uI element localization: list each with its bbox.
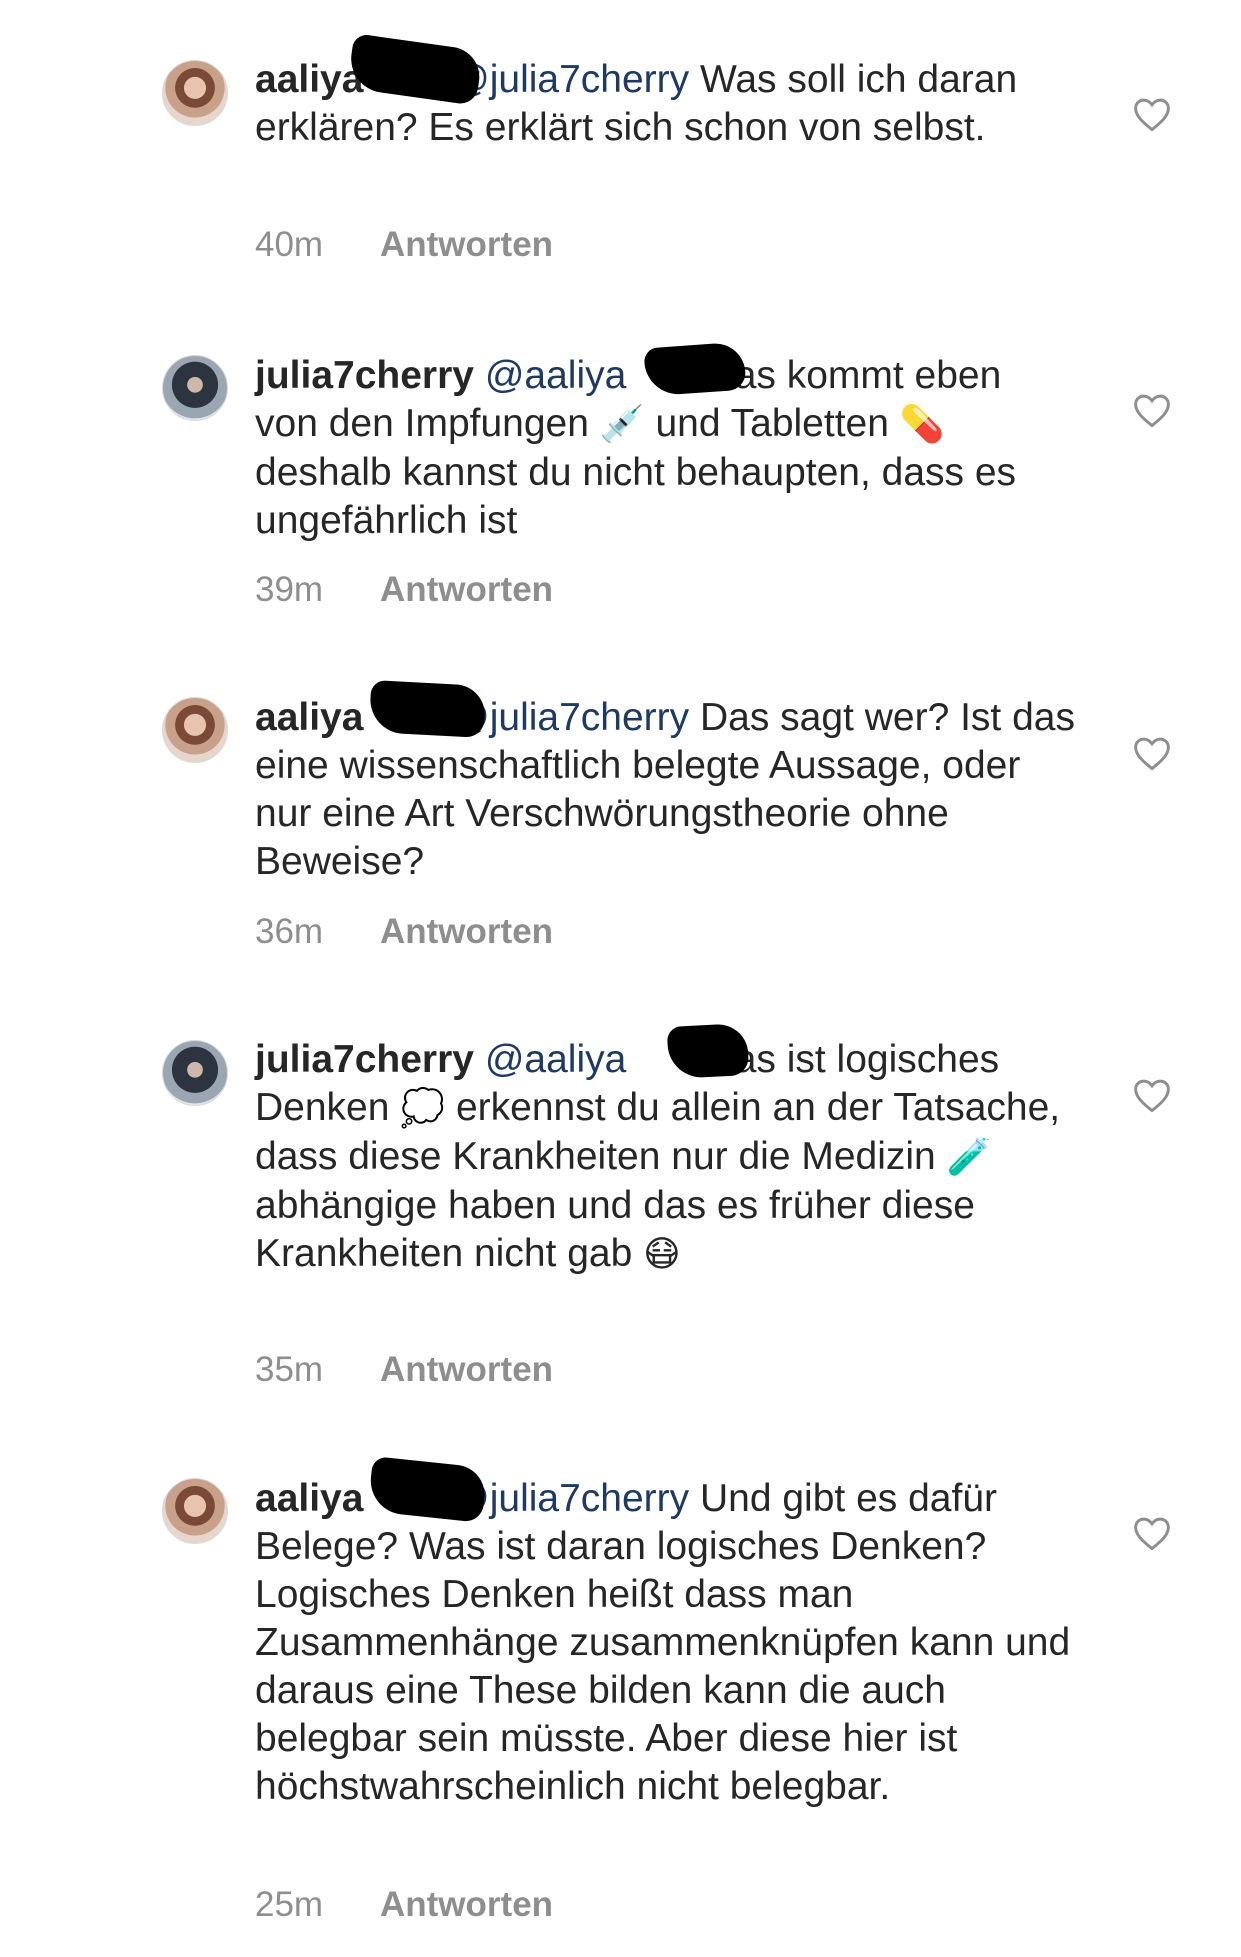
comment-time: 40m bbox=[255, 225, 324, 264]
mention-link[interactable]: @aaliya bbox=[485, 1038, 627, 1081]
reply-button[interactable]: Antworten bbox=[380, 1350, 553, 1389]
avatar[interactable] bbox=[162, 355, 228, 421]
avatar[interactable] bbox=[162, 697, 228, 763]
avatar[interactable] bbox=[162, 1478, 228, 1544]
comment-time: 39m bbox=[255, 570, 324, 609]
comment-body: deshalb kannst du nicht behaupten, dass … bbox=[255, 451, 1017, 542]
pill-emoji: 💊 bbox=[899, 404, 945, 445]
syringe-emoji: 💉 bbox=[599, 404, 645, 445]
heart-icon[interactable] bbox=[1132, 1515, 1172, 1551]
heart-icon[interactable] bbox=[1132, 1077, 1172, 1113]
mention-link[interactable]: @aaliya bbox=[485, 354, 627, 397]
mention-link[interactable]: @julia7cherry bbox=[450, 696, 689, 739]
reply-button[interactable]: Antworten bbox=[380, 225, 553, 264]
reply-button[interactable]: Antworten bbox=[380, 1885, 553, 1924]
comment-text: aaliya @julia7cherry Das sagt wer? Ist d… bbox=[255, 694, 1075, 886]
comment-text: aaliya @julia7cherry Und gibt es dafür B… bbox=[255, 1475, 1075, 1811]
avatar[interactable] bbox=[162, 60, 228, 126]
heart-icon[interactable] bbox=[1132, 96, 1172, 132]
reply-button[interactable]: Antworten bbox=[380, 570, 553, 609]
reply-button[interactable]: Antworten bbox=[380, 912, 553, 951]
comment-time: 25m bbox=[255, 1885, 324, 1924]
mention-link[interactable]: @julia7cherry bbox=[450, 58, 689, 101]
comment-text: julia7cherry @aaliya das ist logisches D… bbox=[255, 1036, 1075, 1279]
mention-link[interactable]: @julia7cherry bbox=[450, 1477, 689, 1520]
username[interactable]: aaliya bbox=[255, 58, 363, 101]
test-tube-emoji: 🧪 bbox=[946, 1137, 992, 1178]
username[interactable]: aaliya bbox=[255, 1477, 363, 1520]
comment-time: 35m bbox=[255, 1350, 324, 1389]
comment-meta: 36m Antworten bbox=[255, 912, 553, 952]
comment-body: abhängige haben und das es früher diese … bbox=[255, 1184, 975, 1275]
mask-face-emoji: 😷 bbox=[643, 1234, 681, 1275]
thought-balloon-emoji: 💭 bbox=[400, 1088, 446, 1129]
heart-icon[interactable] bbox=[1132, 735, 1172, 771]
heart-icon[interactable] bbox=[1132, 392, 1172, 428]
username[interactable]: julia7cherry bbox=[255, 1038, 474, 1081]
comment-meta: 25m Antworten bbox=[255, 1885, 553, 1925]
comment-body: Und gibt es dafür Belege? Was ist daran … bbox=[255, 1477, 1071, 1808]
comment-meta: 40m Antworten bbox=[255, 225, 553, 265]
avatar[interactable] bbox=[162, 1040, 228, 1106]
comment-meta: 39m Antworten bbox=[255, 570, 553, 610]
redaction-mark bbox=[643, 341, 747, 397]
comment-body: und Tabletten bbox=[655, 402, 889, 445]
username[interactable]: julia7cherry bbox=[255, 354, 474, 397]
username[interactable]: aaliya bbox=[255, 696, 363, 739]
comment-time: 36m bbox=[255, 912, 324, 951]
comment-meta: 35m Antworten bbox=[255, 1350, 553, 1390]
